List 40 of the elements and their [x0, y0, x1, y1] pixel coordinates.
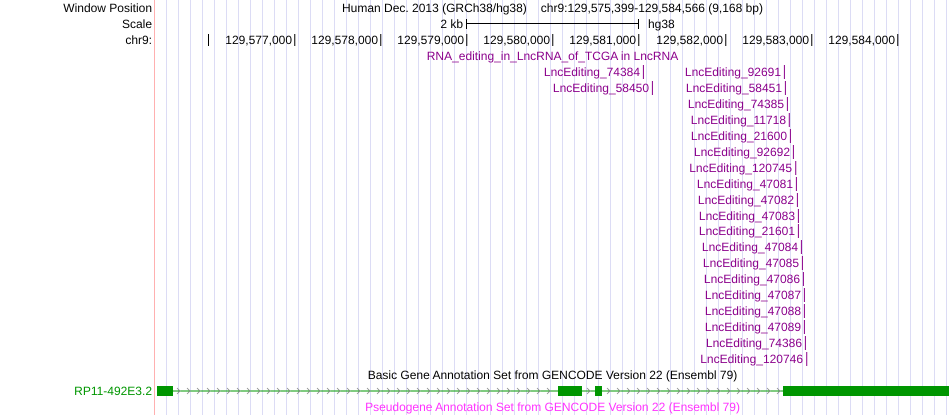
feature-label[interactable]: LncEditing_47087	[704, 288, 805, 302]
feature-label[interactable]: LncEditing_47081	[696, 176, 797, 191]
feature-label[interactable]: LncEditing_21601	[698, 224, 799, 238]
feature-label[interactable]: LncEditing_47082	[698, 192, 798, 207]
ruler-tick	[208, 34, 209, 46]
feature-label[interactable]: LncEditing_47088	[704, 304, 805, 318]
feature-label[interactable]: LncEditing_74384	[544, 64, 644, 79]
feature-label[interactable]: LncEditing_47084	[702, 240, 802, 254]
position-label: chr9:129,575,399-129,584,566 (9,168 bp)	[540, 0, 763, 17]
ruler-label: 129,583,000	[742, 34, 812, 46]
track-title[interactable]: RNA_editing_in_LncRNA_of_TCGA in LncRNA	[426, 48, 678, 64]
track-label: chr9:	[125, 32, 152, 48]
track-label: RP11-492E3.2	[74, 383, 152, 400]
ruler-label: 129,582,000	[656, 34, 726, 46]
feature-label[interactable]: LncEditing_74386	[706, 336, 806, 350]
assembly-label: Human Dec. 2013 (GRCh38/hg38)	[342, 0, 527, 17]
ruler-label: 129,580,000	[483, 34, 553, 46]
feature-label[interactable]: LncEditing_120746	[700, 352, 807, 366]
ruler-label: 129,577,000	[225, 34, 295, 46]
scale-assembly: hg38	[648, 16, 675, 32]
feature-label[interactable]: LncEditing_47083	[698, 208, 799, 223]
feature-label[interactable]: LncEditing_58451	[686, 80, 786, 95]
feature-label[interactable]: LncEditing_47089	[704, 320, 805, 334]
scale-size: 2 kb	[440, 16, 463, 32]
track-label: Scale	[122, 16, 152, 32]
feature-label[interactable]: LncEditing_120745	[689, 160, 796, 175]
feature-label[interactable]: LncEditing_21600	[690, 128, 791, 143]
ruler-label: 129,578,000	[311, 34, 381, 46]
track-label: Window Position	[63, 0, 152, 16]
feature-label[interactable]: LncEditing_74385	[688, 96, 788, 111]
feature-label[interactable]: LncEditing_58450	[552, 80, 653, 95]
ruler-label: 129,581,000	[569, 34, 639, 46]
feature-label[interactable]: LncEditing_47085	[702, 256, 803, 270]
feature-label[interactable]: LncEditing_92692	[694, 144, 794, 159]
feature-label[interactable]: LncEditing_47086	[704, 272, 804, 286]
ruler-label: 129,579,000	[397, 34, 467, 46]
track-title[interactable]: Basic Gene Annotation Set from GENCODE Version 22 (Ensembl 79)	[368, 367, 738, 384]
feature-label[interactable]: LncEditing_11718	[690, 112, 790, 127]
ruler-label: 129,584,000	[828, 34, 898, 46]
feature-label[interactable]: LncEditing_92691	[684, 64, 785, 79]
